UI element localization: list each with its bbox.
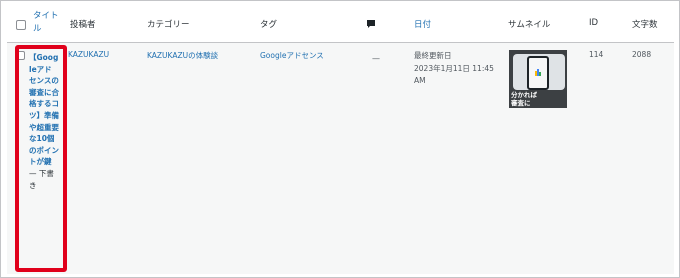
- post-author-link[interactable]: KAZUKAZU: [68, 50, 109, 59]
- post-status: — 下書き: [29, 168, 54, 190]
- table-header: タイトル 投稿者 カテゴリー タグ 日付 サムネイル ID 文字数: [7, 7, 674, 43]
- column-header-tag: タグ: [260, 20, 278, 30]
- column-header-word-count: 文字数: [632, 20, 658, 30]
- thumbnail-caption-line-1: 分かれば: [511, 91, 537, 99]
- thumbnail-caption-line-2: 審査に: [511, 99, 531, 107]
- post-thumbnail: 分かれば 審査に: [509, 50, 567, 108]
- column-header-date[interactable]: 日付: [414, 18, 431, 30]
- post-tag-link[interactable]: Googleアドセンス: [260, 50, 324, 61]
- post-id: 114: [589, 50, 604, 59]
- column-header-title[interactable]: タイトル: [33, 10, 61, 36]
- column-header-thumbnail: サムネイル: [508, 20, 551, 30]
- post-word-count: 2088: [632, 50, 652, 59]
- adsense-logo-icon: [535, 69, 541, 76]
- column-header-id: ID: [589, 18, 599, 28]
- screenshot-frame: タイトル 投稿者 カテゴリー タグ 日付 サムネイル ID 文字数 【Googl…: [0, 0, 680, 278]
- date-label: 最終更新日: [414, 51, 452, 60]
- date-value: 2023年1月11日 11:45 AM: [414, 64, 494, 85]
- select-all-checkbox[interactable]: [16, 20, 26, 30]
- comment-bubble-icon[interactable]: [366, 19, 376, 32]
- title-highlight-box: 【Googleアドセンスの審査に合格するコツ】準備や超重要な10個のポイントが鍵…: [15, 45, 67, 272]
- column-header-category: カテゴリー: [147, 20, 190, 30]
- comment-count: —: [372, 54, 380, 63]
- posts-list-table: タイトル 投稿者 カテゴリー タグ 日付 サムネイル ID 文字数 【Googl…: [7, 7, 674, 274]
- post-category-link[interactable]: KAZUKAZUの体験談: [147, 50, 218, 61]
- post-title-link[interactable]: 【Googleアドセンスの審査に合格するコツ】準備や超重要な10個のポイントが鍵: [29, 53, 59, 166]
- thumbnail-phone: [527, 56, 549, 90]
- post-title-cell: 【Googleアドセンスの審査に合格するコツ】準備や超重要な10個のポイントが鍵…: [29, 52, 59, 191]
- column-header-author: 投稿者: [70, 20, 96, 30]
- thumbnail-caption: 分かれば 審査に: [511, 91, 537, 107]
